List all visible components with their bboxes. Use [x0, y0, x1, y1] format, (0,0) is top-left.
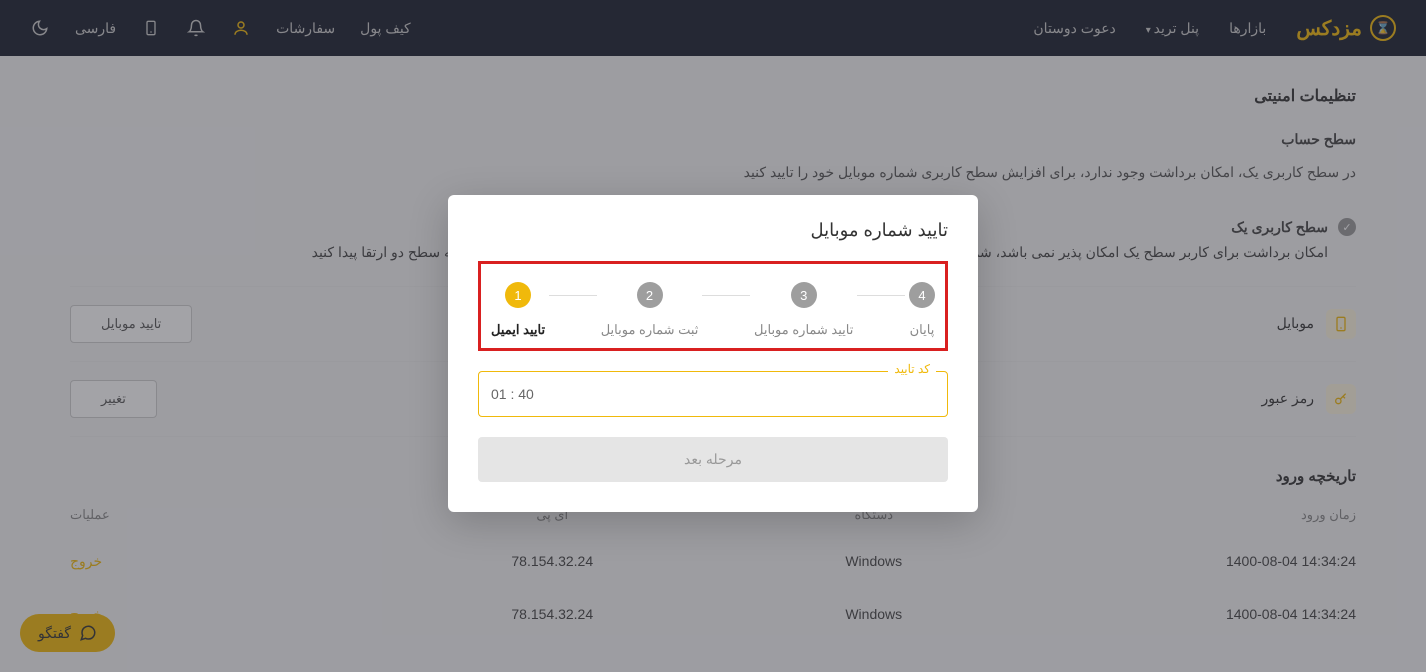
next-step-button[interactable]: مرحله بعد	[478, 437, 948, 482]
step-4: 4 پایان	[909, 282, 935, 338]
code-input-wrap: کد تایید	[478, 371, 948, 417]
verify-mobile-modal: تایید شماره موبایل 1 تایید ایمیل 2 ثبت ش…	[448, 195, 978, 512]
stepper-highlight: 1 تایید ایمیل 2 ثبت شماره موبایل 3 تایید…	[478, 261, 948, 351]
step-label: پایان	[910, 322, 935, 338]
step-line	[857, 295, 905, 296]
stepper: 1 تایید ایمیل 2 ثبت شماره موبایل 3 تایید…	[491, 282, 935, 338]
code-input-label: کد تایید	[888, 362, 936, 376]
step-circle: 2	[637, 282, 663, 308]
modal-title: تایید شماره موبایل	[478, 220, 948, 241]
step-1: 1 تایید ایمیل	[491, 282, 545, 338]
modal-overlay[interactable]: تایید شماره موبایل 1 تایید ایمیل 2 ثبت ش…	[0, 0, 1426, 672]
step-label: تایید شماره موبایل	[754, 322, 853, 338]
step-2: 2 ثبت شماره موبایل	[601, 282, 699, 338]
step-circle: 1	[505, 282, 531, 308]
step-circle: 4	[909, 282, 935, 308]
step-circle: 3	[791, 282, 817, 308]
step-line	[702, 295, 750, 296]
step-label: تایید ایمیل	[491, 322, 545, 338]
verification-code-input[interactable]	[478, 371, 948, 417]
step-line	[549, 295, 597, 296]
step-3: 3 تایید شماره موبایل	[754, 282, 853, 338]
step-label: ثبت شماره موبایل	[601, 322, 699, 338]
